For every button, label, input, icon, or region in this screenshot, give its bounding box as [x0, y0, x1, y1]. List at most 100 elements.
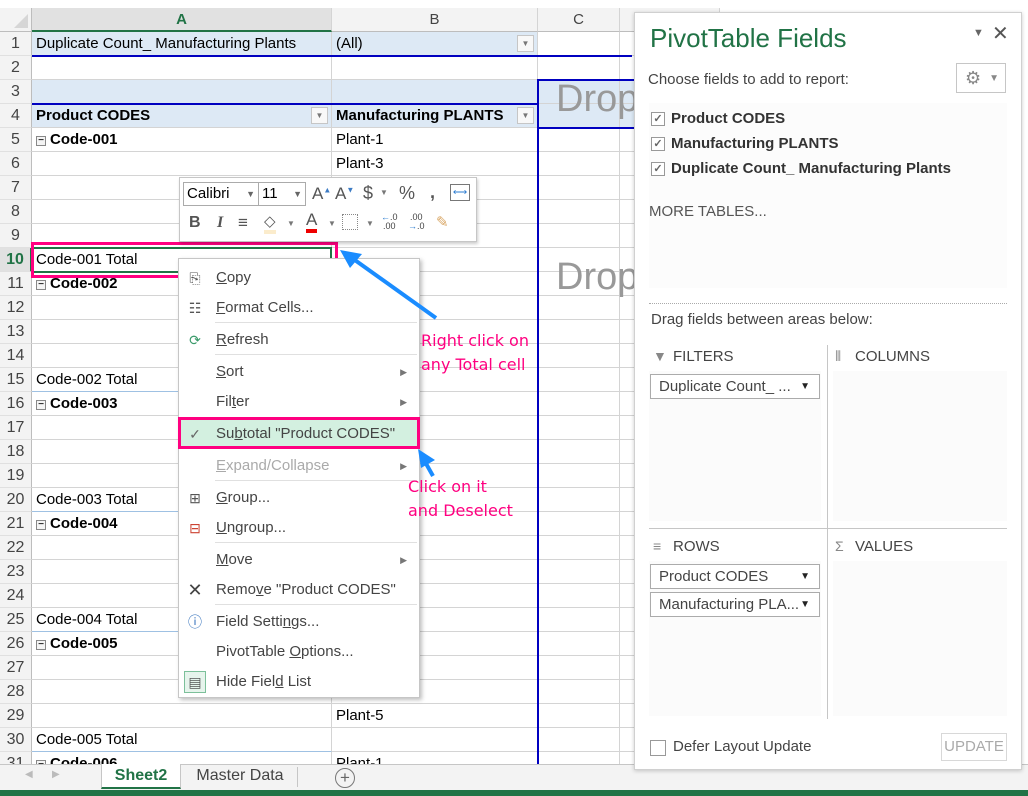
collapse-icon[interactable]: − — [36, 400, 46, 410]
menu-item-sort[interactable]: Sort ▶ — [179, 357, 419, 387]
collapse-icon[interactable]: − — [36, 136, 46, 146]
chevron-down-icon[interactable]: ▼ — [366, 219, 374, 228]
row-header[interactable]: 20 — [0, 488, 32, 512]
italic-icon[interactable]: I — [217, 214, 223, 232]
cell-c[interactable] — [538, 536, 620, 560]
menu-item-field-settings[interactable]: ⓘ Field Settings... — [179, 607, 419, 637]
cell-c[interactable] — [538, 176, 620, 200]
filter-dropdown-icon[interactable]: ▼ — [311, 107, 328, 124]
menu-item-filter[interactable]: Filter ▶ — [179, 387, 419, 417]
column-header-a[interactable]: A — [32, 8, 332, 32]
filter-dropdown-icon[interactable]: ▼ — [517, 107, 534, 124]
cell-c[interactable] — [538, 584, 620, 608]
sheet-tab-sheet2[interactable]: Sheet2 — [101, 764, 181, 789]
cell-c[interactable] — [538, 320, 620, 344]
checkbox-checked[interactable]: ✓ — [651, 162, 665, 176]
font-color-icon[interactable]: A — [306, 211, 318, 233]
fill-color-icon[interactable]: ◇ — [264, 212, 276, 234]
cell-c[interactable] — [538, 488, 620, 512]
row-header[interactable]: 7 — [0, 176, 32, 200]
collapse-icon[interactable]: − — [36, 640, 46, 650]
row-header[interactable]: 17 — [0, 416, 32, 440]
row-header[interactable]: 5 — [0, 128, 32, 152]
chevron-down-icon[interactable]: ▼ — [800, 593, 810, 616]
cell-c[interactable] — [538, 224, 620, 248]
menu-item-ungroup[interactable]: ⊟ Ungroup... — [179, 513, 419, 543]
row-header[interactable]: 25 — [0, 608, 32, 632]
cell-c[interactable] — [538, 416, 620, 440]
chevron-down-icon[interactable]: ▼ — [328, 219, 336, 228]
collapse-icon[interactable]: − — [36, 520, 46, 530]
cell-c[interactable] — [538, 656, 620, 680]
menu-item-copy[interactable]: ⎘ Copy — [179, 263, 419, 293]
cell-c[interactable] — [538, 152, 620, 176]
chevron-down-icon[interactable]: ▼ — [287, 219, 295, 228]
row-header[interactable]: 1 — [0, 32, 32, 56]
cell-c[interactable] — [538, 440, 620, 464]
menu-item-move[interactable]: Move ▶ — [179, 545, 419, 575]
row-header[interactable]: 14 — [0, 344, 32, 368]
sheet-tab-master-data[interactable]: Master Data — [183, 767, 298, 787]
filters-chip-duplicate-count[interactable]: Duplicate Count_ ... ▼ — [650, 374, 820, 399]
cell-c[interactable] — [538, 728, 620, 752]
increase-decimal-icon[interactable]: ←.0.00 — [381, 213, 398, 231]
cell-a[interactable] — [32, 152, 332, 176]
cell-c[interactable] — [538, 128, 620, 152]
columns-area[interactable] — [833, 371, 1007, 521]
row-header[interactable]: 2 — [0, 56, 32, 80]
row-header[interactable]: 8 — [0, 200, 32, 224]
cell-c[interactable] — [538, 608, 620, 632]
cell-b[interactable] — [332, 80, 538, 104]
menu-item-remove-product-codes[interactable]: ✕ Remove "Product CODES" — [179, 575, 419, 605]
field-item-duplicate-count[interactable]: ✓ Duplicate Count_ Manufacturing Plants — [649, 158, 951, 180]
filter-dropdown-icon[interactable]: ▼ — [517, 35, 534, 52]
cell-a[interactable]: Code-005 Total — [32, 728, 332, 752]
row-header[interactable]: 4 — [0, 104, 32, 128]
cell-c[interactable] — [538, 704, 620, 728]
field-item-product-codes[interactable]: ✓ Product CODES — [649, 108, 785, 130]
bold-icon[interactable]: B — [189, 214, 201, 232]
cell-b[interactable]: Manufacturing PLANTS ▼ — [332, 104, 538, 128]
percent-icon[interactable]: % — [399, 183, 415, 204]
borders-icon[interactable] — [342, 214, 358, 230]
menu-item-refresh[interactable]: ⟳ Refresh — [179, 325, 419, 355]
row-header[interactable]: 19 — [0, 464, 32, 488]
pane-options-dropdown-icon[interactable]: ▼ — [973, 27, 984, 39]
scroll-tabs-right-icon[interactable]: ▶ — [52, 769, 60, 780]
row-header[interactable]: 27 — [0, 656, 32, 680]
cell-a[interactable] — [32, 704, 332, 728]
row-header[interactable]: 10 — [0, 248, 32, 272]
row-header[interactable]: 30 — [0, 728, 32, 752]
cell-b[interactable]: Plant-1 — [332, 128, 538, 152]
cell-c[interactable] — [538, 464, 620, 488]
grow-font-icon[interactable]: A▲ — [312, 184, 331, 204]
cell-c[interactable] — [538, 680, 620, 704]
menu-item-hide-field-list[interactable]: ▤ Hide Field List — [179, 667, 419, 697]
tools-button[interactable]: ⚙ ▼ — [956, 63, 1006, 93]
menu-item-format-cells[interactable]: ☷ Format Cells... — [179, 293, 419, 323]
cell-a[interactable] — [32, 56, 332, 80]
rows-chip-product-codes[interactable]: Product CODES ▼ — [650, 564, 820, 589]
cell-a[interactable]: − Code-001 — [32, 128, 332, 152]
add-sheet-icon[interactable]: + — [335, 768, 355, 788]
font-size-box[interactable]: 11 ▼ — [258, 182, 306, 206]
row-header[interactable]: 28 — [0, 680, 32, 704]
cell-c[interactable] — [538, 56, 620, 80]
column-header-b[interactable]: B — [332, 8, 538, 32]
chevron-down-icon[interactable]: ▼ — [380, 188, 388, 197]
cell-b[interactable]: (All) ▼ — [332, 32, 538, 56]
row-header[interactable]: 11 — [0, 272, 32, 296]
chevron-down-icon[interactable]: ▼ — [800, 565, 810, 588]
comma-style-icon[interactable]: , — [430, 182, 435, 203]
cell-c[interactable] — [538, 200, 620, 224]
cell-c[interactable] — [538, 296, 620, 320]
row-header[interactable]: 22 — [0, 536, 32, 560]
update-button[interactable]: UPDATE — [941, 733, 1007, 761]
cell-a[interactable]: −Code-006 — [32, 752, 332, 764]
defer-layout-checkbox[interactable] — [650, 740, 666, 756]
row-header[interactable]: 13 — [0, 320, 32, 344]
checkbox-checked[interactable]: ✓ — [651, 137, 665, 151]
column-header-c[interactable]: C — [538, 8, 620, 32]
row-header[interactable]: 23 — [0, 560, 32, 584]
cell-b[interactable]: Plant-5 — [332, 704, 538, 728]
